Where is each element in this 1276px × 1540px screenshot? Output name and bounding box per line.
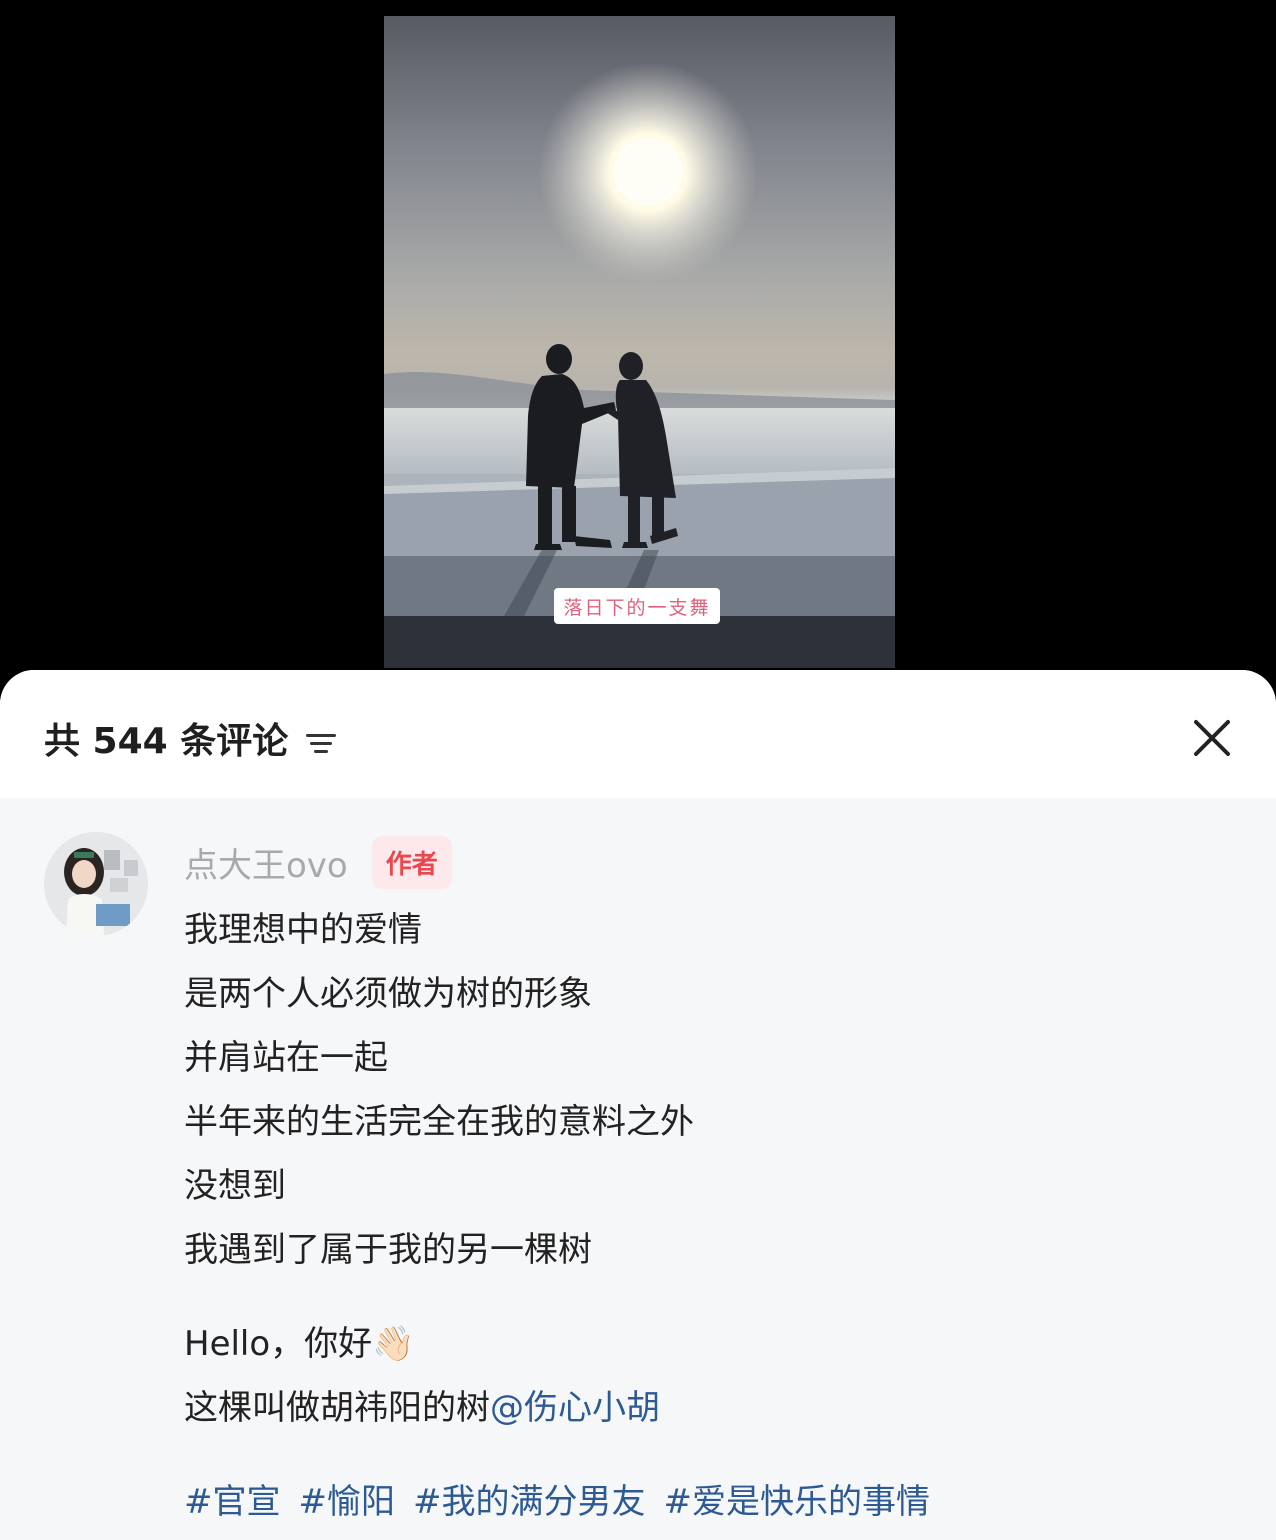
comment-text: 我理想中的爱情 是两个人必须做为树的形象 并肩站在一起 半年来的生活完全在我的意… — [184, 898, 1234, 1534]
hashtag-link[interactable]: #愉阳 — [299, 1470, 396, 1534]
greeting-text: Hello，你好 — [184, 1324, 373, 1364]
hashtag-link[interactable]: #我的满分男友 — [413, 1470, 646, 1534]
tree-line: 这棵叫做胡祎阳的树@伤心小胡 — [184, 1376, 1234, 1440]
close-icon — [1194, 720, 1230, 756]
video-caption: 落日下的一支舞 — [554, 588, 720, 624]
comment-line: 是两个人必须做为树的形象 — [184, 974, 592, 1014]
avatar[interactable] — [44, 832, 148, 936]
author-badge: 作者 — [371, 835, 452, 889]
waving-hand-icon: 👋🏻 — [372, 1324, 415, 1364]
comment-item: 点大王ovo 作者 我理想中的爱情 是两个人必须做为树的形象 并肩站在一起 半年… — [0, 798, 1276, 1540]
video-frame[interactable]: 落日下的一支舞 — [384, 16, 895, 668]
avatar-photo — [44, 832, 148, 936]
sort-filter-icon[interactable] — [306, 725, 337, 753]
author-row: 点大王ovo 作者 — [184, 834, 452, 890]
video-player[interactable]: 落日下的一支舞 — [0, 0, 1276, 672]
comments-sheet: 共 544 条评论 点大王ovo 作者 我理想中的爱情 是两个人必须做为树的形象… — [0, 670, 1276, 1540]
close-button[interactable] — [1184, 710, 1240, 766]
user-mention-link[interactable]: @伤心小胡 — [490, 1388, 660, 1428]
comment-count-title: 共 544 条评论 — [44, 712, 337, 764]
comment-line: 我理想中的爱情 — [184, 910, 422, 950]
author-name[interactable]: 点大王ovo — [184, 838, 348, 887]
comment-line: 我遇到了属于我的另一棵树 — [184, 1230, 592, 1270]
tree-line-text: 这棵叫做胡祎阳的树 — [184, 1388, 490, 1428]
hashtag-link[interactable]: #爱是快乐的事情 — [664, 1470, 931, 1534]
comment-line: 半年来的生活完全在我的意料之外 — [184, 1102, 694, 1142]
comment-count-label: 共 544 条评论 — [44, 721, 289, 762]
hashtag-link[interactable]: #官宣 — [184, 1470, 281, 1534]
app-screen: 落日下的一支舞 共 544 条评论 点大王ovo 作者 我理想中的爱情 是两个人… — [0, 0, 1276, 1540]
comment-line: 并肩站在一起 — [184, 1038, 388, 1078]
greeting-line: Hello，你好👋🏻 — [184, 1312, 1234, 1376]
comment-line: 没想到 — [184, 1166, 286, 1206]
hashtag-list: #官宣 #愉阳 #我的满分男友 #爱是快乐的事情 — [184, 1470, 1234, 1534]
comments-header: 共 544 条评论 — [0, 670, 1276, 798]
video-still — [384, 62, 895, 668]
